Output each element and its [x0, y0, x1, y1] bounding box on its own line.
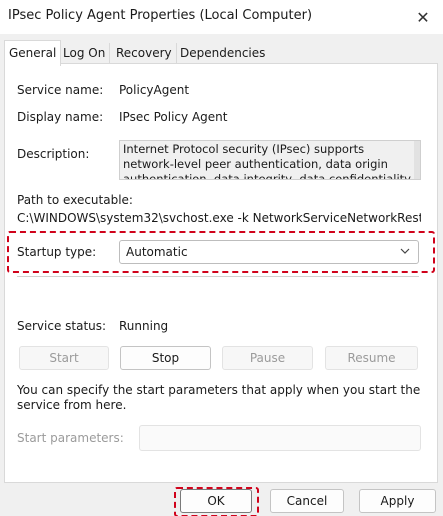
- start-params-label: Start parameters:: [17, 431, 124, 445]
- startup-type-select[interactable]: Automatic: [119, 240, 419, 264]
- startup-type-label: Startup type:: [17, 245, 97, 259]
- startup-type-value: Automatic: [126, 245, 188, 259]
- path-value: C:\WINDOWS\system32\svchost.exe -k Netwo…: [17, 211, 421, 225]
- window-title: IPsec Policy Agent Properties (Local Com…: [8, 8, 313, 23]
- service-status-value: Running: [119, 319, 169, 333]
- description-scrollbar[interactable]: [414, 141, 420, 179]
- description-text: Internet Protocol security (IPsec) suppo…: [123, 142, 411, 180]
- description-textbox[interactable]: Internet Protocol security (IPsec) suppo…: [119, 140, 421, 180]
- tab-strip: General Log On Recovery Dependencies: [0, 34, 443, 66]
- description-label: Description:: [17, 147, 90, 161]
- service-name-label: Service name:: [17, 83, 104, 97]
- ok-button[interactable]: OK: [180, 489, 252, 513]
- tab-recovery[interactable]: Recovery: [112, 43, 177, 65]
- dialog-footer: OK Cancel Apply: [0, 484, 443, 516]
- tab-log-on[interactable]: Log On: [59, 43, 111, 65]
- display-name-label: Display name:: [17, 110, 104, 124]
- display-name-value: IPsec Policy Agent: [119, 110, 228, 124]
- title-bar: IPsec Policy Agent Properties (Local Com…: [0, 0, 443, 34]
- tab-dependencies[interactable]: Dependencies: [176, 43, 269, 65]
- general-panel: Service name: PolicyAgent Display name: …: [4, 63, 438, 483]
- start-params-hint: You can specify the start parameters tha…: [17, 383, 421, 412]
- section-divider: [17, 276, 419, 277]
- close-button[interactable]: ✕: [403, 0, 443, 34]
- apply-button[interactable]: Apply: [359, 489, 436, 513]
- resume-button[interactable]: Resume: [325, 346, 418, 370]
- service-name-value: PolicyAgent: [119, 83, 190, 97]
- service-status-label: Service status:: [17, 319, 107, 333]
- tab-general[interactable]: General: [4, 40, 62, 66]
- path-label: Path to executable:: [17, 193, 133, 207]
- start-params-input[interactable]: [139, 425, 421, 451]
- cancel-button[interactable]: Cancel: [270, 489, 344, 513]
- close-icon: ✕: [416, 7, 430, 27]
- pause-button[interactable]: Pause: [222, 346, 313, 370]
- stop-button[interactable]: Stop: [120, 346, 211, 370]
- start-button[interactable]: Start: [19, 346, 109, 370]
- chevron-down-icon: [400, 248, 410, 254]
